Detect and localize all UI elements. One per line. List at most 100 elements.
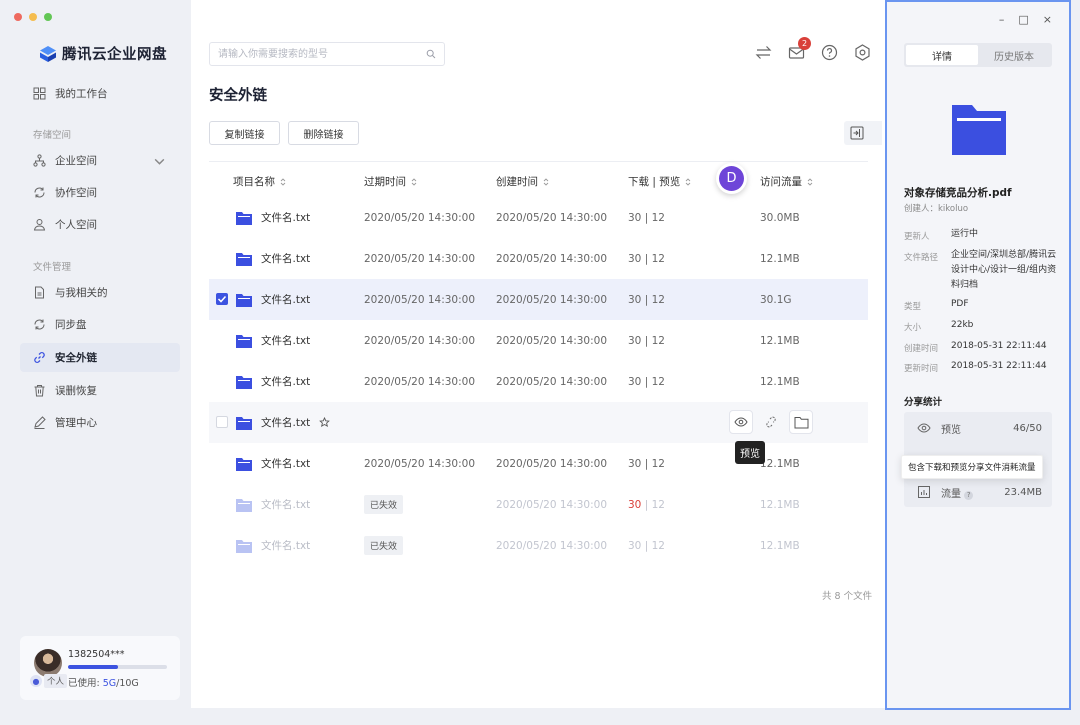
file-name-cell[interactable]: 文件名.txt — [236, 197, 310, 238]
tab-details[interactable]: 详情 — [906, 45, 978, 65]
table-row[interactable]: 文件名.txt 已失效 2020/05/20 14:30:00 30 | 12 12.1… — [209, 484, 868, 525]
nav-personal-label: 个人空间 — [55, 219, 97, 231]
dl-preview-cell: 30 | 12 — [628, 211, 665, 224]
user-icon — [33, 219, 46, 231]
close-icon[interactable]: × — [1043, 13, 1052, 26]
help-icon[interactable] — [820, 43, 839, 62]
traffic-cell: 12.1MB — [760, 361, 800, 402]
row-actions — [729, 410, 813, 434]
nav-enterprise-space[interactable]: 企业空间 — [20, 146, 180, 175]
transfer-icon[interactable] — [754, 43, 773, 62]
file-name-cell[interactable]: 文件名.txt — [236, 484, 310, 525]
table-row[interactable]: 文件名.txt 2020/05/20 14:30:00 2020/05/20 14:… — [209, 279, 868, 320]
user-card[interactable]: 1382504*** ● 个人 已使用: 5G/10G — [20, 636, 180, 700]
details-panel: – □ × 详情 历史版本 对象存储竞品分析.pdf 创建人：kikoluo 更… — [885, 0, 1071, 710]
header-name[interactable]: 项目名称 — [233, 174, 287, 189]
avatar[interactable] — [34, 649, 62, 677]
dl-preview-cell: 30 | 12 — [628, 334, 665, 347]
search-input[interactable] — [210, 43, 410, 65]
table-row[interactable]: 文件名.txt 2020/05/20 14:30:00 2020/05/20 14:… — [209, 238, 868, 279]
file-name-cell[interactable]: 文件名.txt — [236, 279, 310, 320]
star-icon[interactable] — [319, 417, 331, 428]
nav-recycle-label: 误删恢复 — [55, 385, 97, 397]
notification-button[interactable]: 2 — [787, 37, 811, 62]
cube-logo-icon — [40, 45, 56, 62]
search-icon[interactable] — [426, 49, 436, 59]
user-type-label: 个人 — [44, 674, 68, 688]
sort-icon[interactable] — [684, 177, 692, 187]
open-folder-action[interactable] — [789, 410, 813, 434]
search-box[interactable] — [209, 42, 445, 66]
unlink-action[interactable] — [759, 410, 783, 434]
collapse-panel-button[interactable] — [844, 121, 882, 145]
nav-secure-links[interactable]: 安全外链 — [20, 343, 180, 372]
stat-preview-value: 46/50 — [1013, 422, 1042, 434]
header-dl-preview[interactable]: 下载 | 预览 — [628, 174, 692, 189]
stat-traffic-value: 23.4MB — [1004, 486, 1042, 498]
usage-total: /10G — [116, 678, 139, 689]
user-phone: 1382504*** — [68, 649, 125, 660]
nav-recycle[interactable]: 误删恢复 — [20, 376, 180, 405]
header-traffic[interactable]: 访问流量 — [760, 174, 814, 189]
sort-icon[interactable] — [806, 177, 814, 187]
expire-time: 2020/05/20 14:30:00 — [364, 457, 476, 470]
created-time: 2020/05/20 14:30:00 — [496, 252, 608, 265]
storage-usage-fill — [68, 665, 118, 669]
file-name-cell[interactable]: 文件名.txt — [236, 402, 331, 443]
chevron-down-icon[interactable] — [153, 155, 166, 168]
settings-icon[interactable] — [853, 43, 872, 62]
preview-count: 12 — [651, 252, 665, 265]
file-name-cell[interactable]: 文件名.txt — [236, 238, 310, 279]
created-cell: 2020/05/20 14:30:00 — [496, 484, 607, 525]
sort-icon[interactable] — [279, 177, 287, 187]
dl-preview-cell: 30 | 12 — [628, 457, 665, 470]
download-count: 30 — [628, 498, 642, 511]
nav-personal-space[interactable]: 个人空间 — [20, 210, 180, 239]
traffic-value: 12.1MB — [760, 334, 800, 347]
nav-related-to-me[interactable]: 与我相关的 — [20, 278, 180, 307]
usage-used: 5G — [102, 678, 117, 689]
collaborator-avatar[interactable]: D — [716, 163, 747, 194]
table-row[interactable]: 文件名.txt 2020/05/20 14:30:00 2020/05/20 14:… — [209, 197, 868, 238]
row-checkbox[interactable] — [216, 416, 228, 428]
copy-link-button[interactable]: 复制链接 — [209, 121, 280, 145]
table-row[interactable]: 文件名.txt 2020/05/20 14:30:00 2020/05/20 14:… — [209, 320, 868, 361]
maximize-dot[interactable] — [44, 13, 52, 21]
table-row[interactable]: 文件名.txt 2020/05/20 14:30:00 2020/05/20 14:… — [209, 361, 868, 402]
file-name-cell[interactable]: 文件名.txt — [236, 320, 310, 361]
page-title: 安全外链 — [209, 88, 267, 104]
preview-count: 12 — [651, 375, 665, 388]
pen-icon — [34, 416, 46, 429]
nav-admin-center[interactable]: 管理中心 — [20, 408, 180, 437]
table-row[interactable]: 文件名.txt 已失效 2020/05/20 14:30:00 30 | 12 12.1… — [209, 525, 868, 566]
minimize-dot[interactable] — [29, 13, 37, 21]
header-created[interactable]: 创建时间 — [496, 174, 550, 189]
sort-icon[interactable] — [410, 177, 418, 187]
nav-collab-space[interactable]: 协作空间 — [20, 178, 180, 207]
delete-link-button[interactable]: 删除链接 — [288, 121, 359, 145]
meta-label-path: 文件路径 — [904, 253, 939, 263]
row-checkbox[interactable] — [216, 293, 228, 305]
stat-traffic-label: 流量 ? — [941, 485, 1004, 500]
minimize-icon[interactable]: – — [999, 13, 1005, 26]
app-logo[interactable]: 腾讯云企业网盘 — [38, 43, 167, 64]
file-name-cell[interactable]: 文件名.txt — [236, 443, 310, 484]
file-name-cell[interactable]: 文件名.txt — [236, 525, 310, 566]
nav-sync-disk[interactable]: 同步盘 — [20, 310, 180, 339]
expire-cell: 2020/05/20 14:30:00 — [364, 197, 475, 238]
close-dot[interactable] — [14, 13, 22, 21]
table-row[interactable]: 文件名.txt — [209, 402, 868, 443]
table-row[interactable]: 文件名.txt 2020/05/20 14:30:00 2020/05/20 14:… — [209, 443, 868, 484]
header-expire[interactable]: 过期时间 — [364, 174, 418, 189]
sort-icon[interactable] — [542, 177, 550, 187]
file-name-cell[interactable]: 文件名.txt — [236, 361, 310, 402]
file-name: 文件名.txt — [261, 540, 311, 552]
share-stats-title: 分享统计 — [904, 397, 943, 408]
file-name: 文件名.txt — [261, 294, 311, 306]
help-icon[interactable]: ? — [964, 490, 974, 500]
tab-history[interactable]: 历史版本 — [978, 45, 1050, 65]
folder-icon — [236, 334, 252, 348]
maximize-icon[interactable]: □ — [1018, 13, 1028, 26]
nav-workspace[interactable]: 我的工作台 — [20, 79, 180, 108]
preview-action[interactable] — [729, 410, 753, 434]
